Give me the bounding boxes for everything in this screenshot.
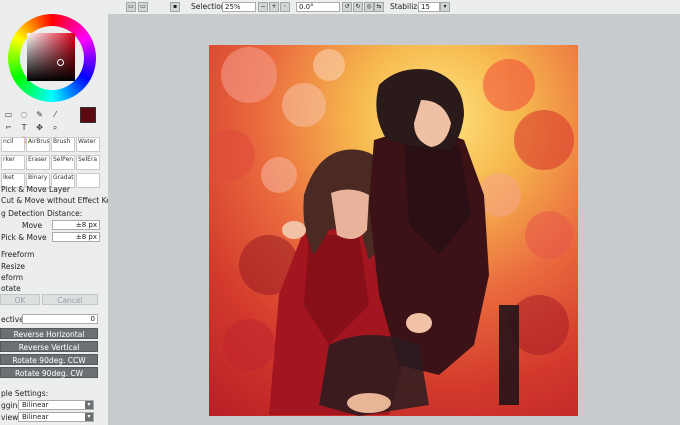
rotate-reset-icon[interactable]: ◎ (364, 2, 374, 12)
move-option-pick-layer[interactable]: Pick & Move Layer (1, 185, 70, 194)
magic-wand-icon[interactable]: ⁄ (50, 109, 61, 120)
mode-freeform[interactable]: Freeform (1, 250, 34, 259)
left-panel: ▭ ◌ ✎ ⁄ ⌐ T ✥ ⌕ ↻ ✋ ⊡ ncilAirBrushBrushW… (0, 0, 109, 425)
rotate-right-icon[interactable]: ↻ (353, 2, 363, 12)
canvas-area[interactable] (108, 14, 680, 425)
perspective-label: ective (1, 315, 24, 324)
saturation-value-square[interactable] (27, 33, 75, 81)
zoom-out-icon[interactable]: − (258, 2, 268, 12)
chevron-down-icon: ▾ (85, 401, 93, 409)
ok-button[interactable]: OK (0, 294, 40, 305)
move-distance-label: Move (22, 221, 43, 230)
move-icon[interactable]: ✥ (34, 122, 45, 133)
flip-horizontal-icon[interactable]: ⇆ (374, 2, 384, 12)
perspective-input[interactable]: 0 (22, 314, 98, 324)
rotate-ccw-button[interactable]: Rotate 90deg. CCW (0, 354, 98, 365)
preview-select[interactable]: Bilinear ▾ (18, 412, 94, 422)
brush-tool-grid: ncilAirBrushBrushWater rkerEraserSelPenS… (0, 137, 104, 191)
rect-select-icon[interactable]: ▭ (3, 109, 14, 120)
toggle-button-icon[interactable]: ▭ (138, 2, 148, 12)
mode-deform[interactable]: eform (1, 273, 23, 282)
brush-slot[interactable]: Water (76, 137, 100, 152)
zoom-in-icon[interactable]: + (269, 2, 279, 12)
brush-slot[interactable]: Eraser (26, 155, 50, 170)
current-color-swatch[interactable] (80, 107, 96, 123)
artwork-canvas[interactable] (209, 45, 578, 416)
pick-move-distance-input[interactable]: ±8 px (52, 232, 100, 242)
sample-settings-heading: ple Settings: (1, 389, 49, 398)
brush-slot[interactable]: ncil (1, 137, 25, 152)
brush-slot[interactable]: SelPen (51, 155, 75, 170)
lasso-icon[interactable]: ◌ (19, 109, 30, 120)
zoom-icon[interactable]: ⌕ (50, 122, 61, 133)
zoom-input[interactable]: 25% (222, 2, 256, 12)
chevron-down-icon: ▾ (85, 413, 93, 421)
move-distance-input[interactable]: ±8 px (52, 220, 100, 230)
brush-slot[interactable]: AirBrush (26, 137, 50, 152)
brush-slot[interactable] (76, 173, 100, 188)
color-picker-cursor[interactable] (57, 59, 64, 66)
rotation-input[interactable]: 0.0° (296, 2, 340, 12)
rotate-left-icon[interactable]: ↺ (342, 2, 352, 12)
reverse-horizontal-button[interactable]: Reverse Horizontal (0, 328, 98, 339)
brush-slot[interactable]: rker (1, 155, 25, 170)
text-tool-icon[interactable]: T (19, 122, 30, 133)
chevron-down-icon[interactable]: ▾ (440, 2, 450, 12)
brush-slot[interactable]: SelEra (76, 155, 100, 170)
artwork-illustration (209, 47, 574, 416)
rotate-cw-button[interactable]: Rotate 90deg. CW (0, 367, 98, 378)
pen-select-icon[interactable]: ✎ (34, 109, 45, 120)
zoom-fit-icon[interactable]: ◦ (280, 2, 290, 12)
preview-select-value: Bilinear (22, 413, 49, 421)
dragging-select[interactable]: Bilinear ▾ (18, 400, 94, 410)
eyedropper-icon[interactable]: ⌐ (3, 122, 14, 133)
selection-toggle-icon[interactable]: ▪ (170, 2, 180, 12)
preview-label: view (1, 413, 19, 422)
top-toolbar: ▭ ▭ ▪ Selection 25% − + ◦ 0.0° ↺ ↻ ◎ ⇆ S… (108, 0, 680, 15)
drag-detection-heading: g Detection Distance: (1, 209, 83, 218)
mode-resize[interactable]: Resize (1, 262, 25, 271)
reverse-vertical-button[interactable]: Reverse Vertical (0, 341, 98, 352)
mode-rotate[interactable]: otate (1, 284, 21, 293)
stabilizer-select[interactable]: 15 (418, 2, 440, 12)
selection-label: Selection (191, 2, 226, 11)
layer-button-icon[interactable]: ▭ (126, 2, 136, 12)
brush-slot[interactable]: Brush (51, 137, 75, 152)
cancel-button[interactable]: Cancel (42, 294, 98, 305)
move-option-cut[interactable]: Cut & Move without Effect Key (1, 196, 108, 205)
pick-move-distance-label: Pick & Move (1, 233, 47, 242)
dragging-select-value: Bilinear (22, 401, 49, 409)
